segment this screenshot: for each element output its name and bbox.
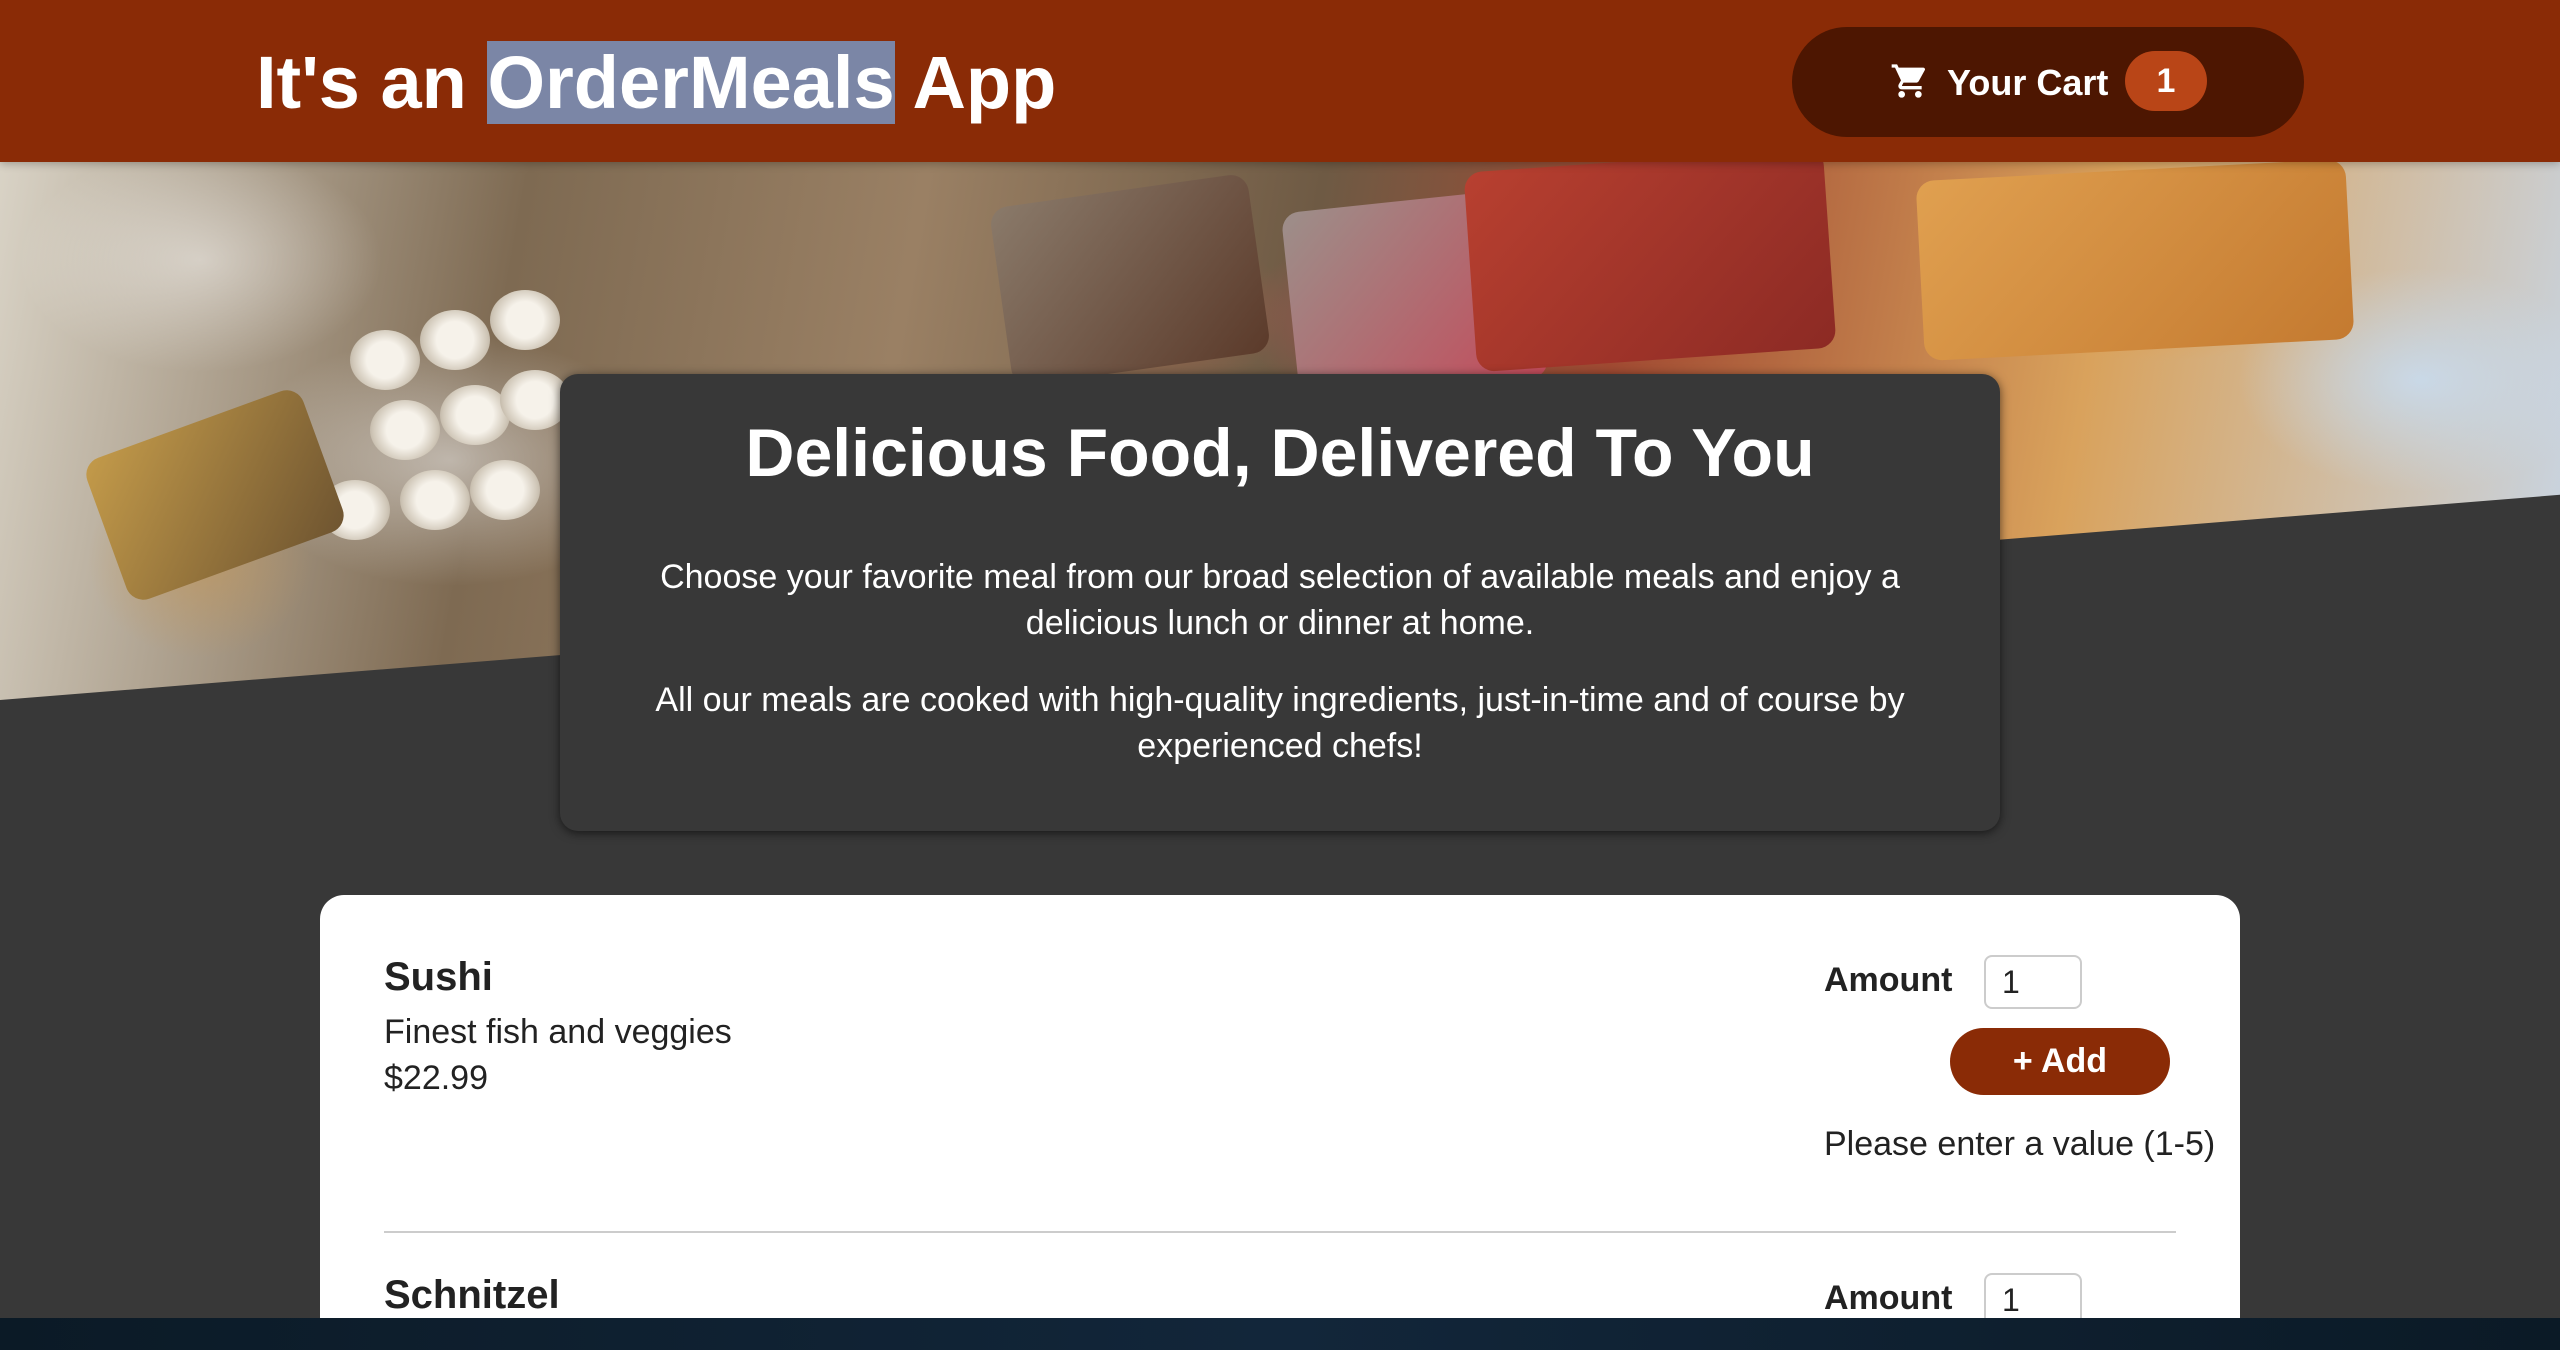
meal-name: Schnitzel [384, 1273, 560, 1317]
summary-card: Delicious Food, Delivered To You Choose … [560, 374, 2000, 831]
app-window: It's an OrderMeals App Your Cart 1 Delic… [0, 0, 2560, 1318]
app-title: It's an OrderMeals App [256, 40, 1056, 125]
meal-item-sushi: Sushi Finest fish and veggies $22.99 Amo… [384, 955, 2215, 1233]
title-highlight[interactable]: OrderMeals [487, 41, 895, 124]
add-button[interactable]: + Add [1950, 1028, 2170, 1095]
cup-decoration [400, 470, 470, 530]
summary-heading: Delicious Food, Delivered To You [745, 415, 1815, 491]
meal-description: Finest fish and veggies [384, 1013, 732, 1051]
amount-label: Amount [1824, 961, 1953, 999]
cup-decoration [420, 310, 490, 370]
cup-decoration [370, 400, 440, 460]
cup-decoration [490, 290, 560, 350]
summary-paragraph-1: Choose your favorite meal from our broad… [660, 558, 1900, 642]
cup-decoration [350, 330, 420, 390]
cart-count-badge: 1 [2125, 51, 2207, 111]
cup-decoration [470, 460, 540, 520]
title-suffix: App [894, 41, 1057, 124]
title-prefix: It's an [256, 41, 488, 124]
summary-paragraph-2: All our meals are cooked with high-quali… [655, 681, 1905, 765]
meal-price: $22.99 [384, 1059, 488, 1097]
meal-item-schnitzel: Schnitzel Amount [384, 1273, 2176, 1318]
tray-decoration [1463, 160, 1837, 373]
desktop-background [0, 1318, 2560, 1350]
tray-decoration [988, 172, 1272, 388]
meal-name: Sushi [384, 955, 493, 999]
tray-decoration [1915, 160, 2355, 362]
meals-card: Sushi Finest fish and veggies $22.99 Amo… [320, 895, 2240, 1318]
amount-input[interactable] [1984, 955, 2082, 1009]
shopping-cart-icon [1891, 64, 1926, 98]
amount-input[interactable] [1984, 1273, 2082, 1318]
app-header: It's an OrderMeals App Your Cart 1 [0, 0, 2560, 162]
cart-button[interactable]: Your Cart 1 [1792, 27, 2304, 137]
amount-label: Amount [1824, 1279, 1953, 1317]
cart-label: Your Cart [1947, 62, 2109, 103]
validation-message: Please enter a value (1-5) [1824, 1125, 2216, 1163]
